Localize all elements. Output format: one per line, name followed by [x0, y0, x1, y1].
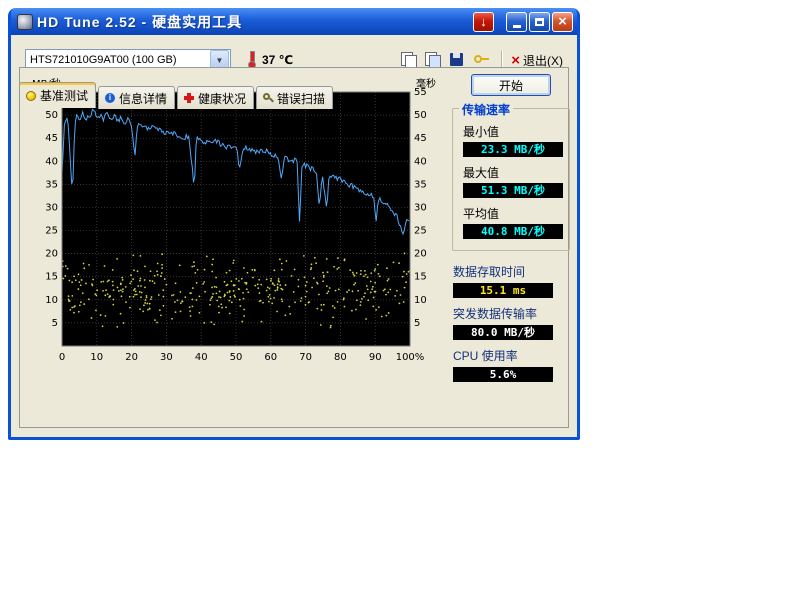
svg-text:10: 10 — [90, 352, 103, 363]
benchmark-tab-page: 5510101515202025253030353540404545505055… — [19, 67, 569, 428]
svg-text:5: 5 — [52, 318, 58, 329]
avg-label: 平均值 — [463, 205, 560, 222]
svg-text:100%: 100% — [396, 352, 425, 363]
window-title: HD Tune 2.52 - 硬盘实用工具 — [37, 12, 471, 32]
hd-tune-window: HD Tune 2.52 - 硬盘实用工具 ↓ × HTS721010G9AT0… — [8, 8, 580, 440]
svg-text:50: 50 — [414, 110, 427, 121]
svg-text:45: 45 — [45, 133, 58, 144]
svg-text:35: 35 — [414, 179, 427, 190]
svg-text:5: 5 — [414, 318, 420, 329]
benchmark-chart: 5510101515202025253030353540404545505055… — [28, 76, 440, 378]
tab-health[interactable]: 健康状况 — [177, 86, 254, 109]
health-cross-icon — [184, 93, 194, 103]
maximize-icon — [535, 18, 544, 26]
max-value: 51.3 MB/秒 — [463, 183, 563, 198]
temperature-value: 37 ℃ — [262, 53, 293, 67]
svg-text:20: 20 — [45, 249, 58, 260]
maximize-button[interactable] — [529, 12, 550, 32]
tab-benchmark[interactable]: 基准测试 — [19, 82, 96, 108]
cpu-usage-label: CPU 使用率 — [453, 347, 570, 364]
svg-text:10: 10 — [45, 295, 58, 306]
avg-value: 40.8 MB/秒 — [463, 224, 563, 239]
svg-text:30: 30 — [160, 352, 173, 363]
svg-text:25: 25 — [45, 226, 58, 237]
svg-text:50: 50 — [230, 352, 243, 363]
svg-text:40: 40 — [414, 156, 427, 167]
download-arrow-button[interactable]: ↓ — [473, 12, 494, 32]
info-icon: i — [105, 93, 115, 103]
results-panel: 开始 传输速率 最小值 23.3 MB/秒 最大值 51.3 MB/秒 平均值 … — [450, 72, 572, 389]
svg-text:35: 35 — [45, 179, 58, 190]
max-label: 最大值 — [463, 164, 560, 181]
svg-text:15: 15 — [45, 272, 58, 283]
svg-text:45: 45 — [414, 133, 427, 144]
svg-text:60: 60 — [264, 352, 277, 363]
svg-text:20: 20 — [414, 249, 427, 260]
tab-info-label: 信息详情 — [119, 90, 167, 107]
drive-select-value: HTS721010G9AT00 (100 GB) — [26, 54, 210, 66]
app-icon — [17, 14, 33, 30]
svg-text:40: 40 — [45, 156, 58, 167]
min-label: 最小值 — [463, 123, 560, 140]
svg-text:15: 15 — [414, 272, 427, 283]
svg-text:30: 30 — [45, 202, 58, 213]
svg-text:50: 50 — [45, 110, 58, 121]
svg-text:70: 70 — [299, 352, 312, 363]
magnifier-icon — [263, 93, 273, 103]
tab-error-scan-label: 错误扫描 — [277, 90, 325, 107]
svg-text:20: 20 — [125, 352, 138, 363]
tab-strip: 基准测试 i 信息详情 健康状况 错误扫描 — [19, 85, 571, 107]
svg-text:80: 80 — [334, 352, 347, 363]
min-value: 23.3 MB/秒 — [463, 142, 563, 157]
minimize-button[interactable] — [506, 12, 527, 32]
minimize-icon — [513, 25, 521, 28]
exit-x-icon: × — [511, 52, 520, 69]
benchmark-icon — [26, 91, 36, 101]
svg-text:0: 0 — [59, 352, 65, 363]
access-time-value: 15.1 ms — [453, 283, 553, 298]
tab-health-label: 健康状况 — [198, 90, 246, 107]
svg-text:90: 90 — [369, 352, 382, 363]
titlebar[interactable]: HD Tune 2.52 - 硬盘实用工具 ↓ × — [11, 8, 577, 35]
svg-text:25: 25 — [414, 226, 427, 237]
exit-button[interactable]: × 退出(X) — [511, 52, 563, 69]
tab-info[interactable]: i 信息详情 — [98, 86, 175, 109]
exit-label: 退出(X) — [523, 52, 563, 69]
tab-error-scan[interactable]: 错误扫描 — [256, 86, 333, 109]
svg-text:30: 30 — [414, 202, 427, 213]
svg-text:10: 10 — [414, 295, 427, 306]
access-time-label: 数据存取时间 — [453, 263, 570, 280]
transfer-rate-group: 传输速率 最小值 23.3 MB/秒 最大值 51.3 MB/秒 平均值 40.… — [452, 108, 570, 251]
svg-text:40: 40 — [195, 352, 208, 363]
client-area: HTS721010G9AT00 (100 GB) ▼ 37 ℃ × 退出(X) … — [11, 35, 577, 434]
cpu-usage-value: 5.6% — [453, 367, 553, 382]
burst-rate-value: 80.0 MB/秒 — [453, 325, 553, 340]
close-button[interactable]: × — [552, 12, 573, 32]
tab-benchmark-label: 基准测试 — [40, 87, 88, 104]
burst-rate-label: 突发数据传输率 — [453, 305, 570, 322]
